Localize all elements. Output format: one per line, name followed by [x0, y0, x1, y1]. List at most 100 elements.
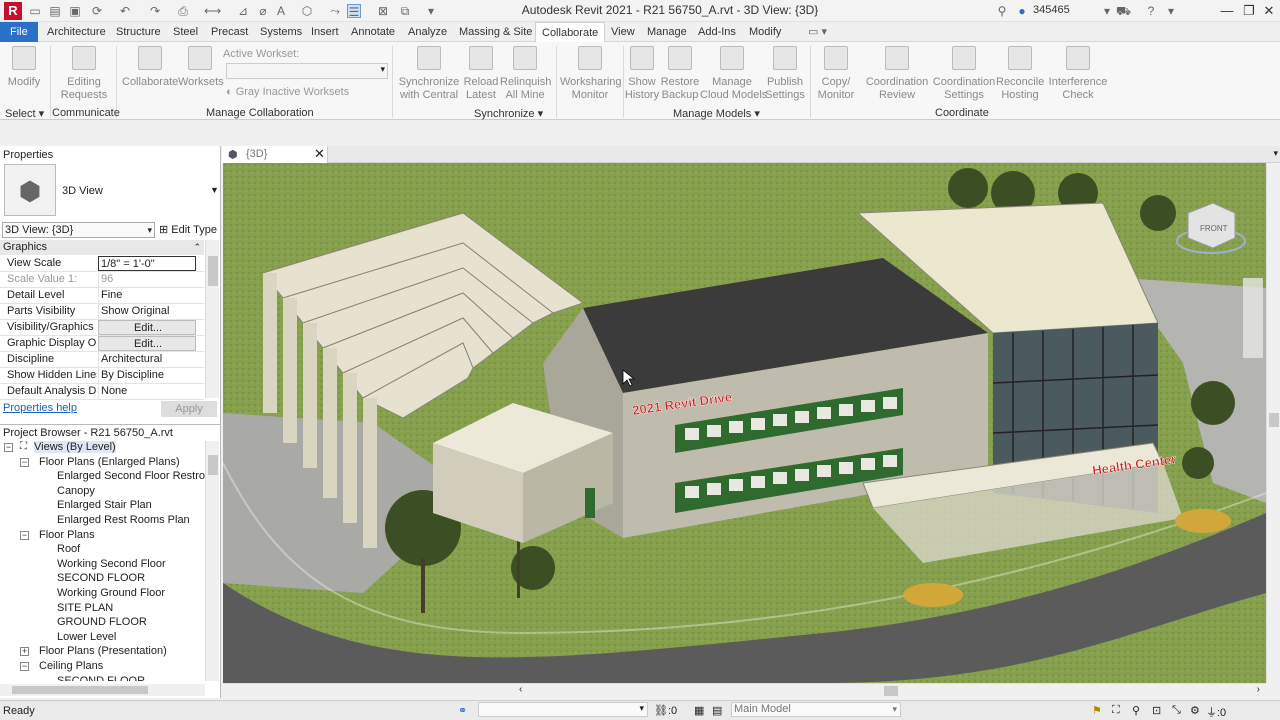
- qat-dropdown-icon[interactable]: ▾: [424, 4, 438, 18]
- redo-icon[interactable]: ↷: [148, 4, 162, 18]
- scroll-right-icon[interactable]: ›: [1257, 684, 1260, 695]
- type-selector[interactable]: 3D View: [62, 185, 103, 197]
- prop-row-parts-visibility[interactable]: Parts Visibility Show Original: [0, 304, 204, 320]
- collapse-icon[interactable]: −: [20, 530, 29, 540]
- browser-vscrollbar[interactable]: [205, 441, 219, 681]
- section-icon[interactable]: ⤳: [328, 4, 342, 18]
- worksharing-monitor-button[interactable]: Worksharing Monitor: [560, 46, 622, 102]
- close-view-tab-icon[interactable]: ✕: [314, 146, 325, 162]
- panel-synchronize-label[interactable]: Synchronize ▾: [474, 107, 543, 120]
- active-workset-status-select[interactable]: ▾: [478, 702, 648, 717]
- tab-add-ins[interactable]: Add-Ins: [692, 22, 742, 42]
- drag-elements-icon[interactable]: ⤡: [1172, 704, 1181, 717]
- undo-icon[interactable]: ↶: [118, 4, 132, 18]
- binoculars-icon[interactable]: ⚲: [995, 4, 1009, 18]
- prop-row-view-scale[interactable]: View Scale 1/8" = 1'-0": [0, 256, 204, 272]
- editable-only-icon[interactable]: ⛓:0: [654, 704, 677, 717]
- scroll-thumb[interactable]: [1269, 413, 1279, 427]
- cart-icon[interactable]: ⛟: [1116, 4, 1131, 18]
- sync-icon[interactable]: ⟳: [90, 4, 104, 18]
- browser-item[interactable]: Roof: [0, 543, 205, 557]
- panel-manage-models-label[interactable]: Manage Models ▾: [673, 107, 760, 120]
- manage-cloud-models-button[interactable]: Manage Cloud Models: [700, 46, 767, 102]
- browser-item[interactable]: − Floor Plans: [0, 529, 205, 543]
- measure-icon[interactable]: ⟷: [204, 4, 221, 18]
- user-dropdown-icon[interactable]: ▾: [1100, 4, 1114, 18]
- exclude-options-icon[interactable]: ▤: [712, 704, 722, 717]
- browser-item[interactable]: − Ceiling Plans: [0, 660, 205, 674]
- user-id[interactable]: 345465: [1033, 4, 1070, 16]
- tab-manage[interactable]: Manage: [641, 22, 693, 42]
- reload-latest-button[interactable]: Reload Latest: [462, 46, 500, 102]
- browser-item[interactable]: Lower Level: [0, 631, 205, 645]
- close-hidden-icon[interactable]: ⊠: [376, 4, 390, 18]
- type-dropdown-icon[interactable]: ▼: [210, 185, 219, 195]
- active-workset-select[interactable]: ▾: [226, 63, 388, 79]
- main-model-select[interactable]: Main Model ▾: [731, 702, 901, 717]
- coordination-review-button[interactable]: Coordination Review: [864, 46, 930, 102]
- synchronize-with-central-button[interactable]: Synchronize with Central: [398, 46, 460, 102]
- collapse-icon[interactable]: −: [20, 662, 29, 671]
- save-icon[interactable]: ▣: [68, 4, 82, 18]
- navigation-bar[interactable]: [1243, 278, 1263, 358]
- panel-select-label[interactable]: Select ▾: [5, 107, 44, 120]
- expand-icon[interactable]: +: [20, 647, 29, 657]
- collaborate-button[interactable]: Collaborate: [122, 46, 178, 89]
- apply-button[interactable]: Apply: [161, 401, 217, 417]
- edit-vg-button[interactable]: Edit...: [98, 320, 196, 335]
- collapse-icon[interactable]: −: [4, 443, 13, 452]
- browser-item[interactable]: SECOND FLOOR: [0, 675, 205, 681]
- thin-lines-icon[interactable]: ☰: [347, 4, 361, 19]
- interference-check-button[interactable]: Interference Check: [1046, 46, 1110, 102]
- edit-type-button[interactable]: ⊞ Edit Type: [159, 223, 217, 236]
- browser-item[interactable]: Enlarged Rest Rooms Plan: [0, 514, 205, 528]
- properties-scrollbar[interactable]: [205, 240, 219, 398]
- browser-item[interactable]: − Views (By Level) ⛶: [0, 441, 205, 455]
- browser-item[interactable]: − Floor Plans (Enlarged Plans): [0, 456, 205, 470]
- browser-item[interactable]: SECOND FLOOR: [0, 572, 205, 586]
- select-underlay-icon[interactable]: ⛶: [1112, 704, 1120, 717]
- worksets-status-icon[interactable]: ⚭: [458, 704, 467, 717]
- graphics-section-header[interactable]: Graphics ⌃: [0, 240, 204, 255]
- browser-item[interactable]: Canopy: [0, 485, 205, 499]
- restore-backup-button[interactable]: Restore Backup: [660, 46, 700, 102]
- dimension-icon[interactable]: ⊿: [236, 4, 250, 18]
- help-dropdown-icon[interactable]: ▾: [1164, 4, 1178, 18]
- prop-row-analysis-display[interactable]: Default Analysis Di...None: [0, 384, 204, 400]
- tab-precast[interactable]: Precast: [205, 22, 254, 42]
- 3d-viewport[interactable]: 2021 Revit Drive Health Center FRONT: [223, 163, 1266, 683]
- tab-massing-site[interactable]: Massing & Site: [453, 22, 538, 42]
- view-tab-3d[interactable]: ⬢ {3D} ✕: [222, 146, 328, 163]
- prop-row-graphic-display[interactable]: Graphic Display O... Edit...: [0, 336, 204, 352]
- browser-item[interactable]: Working Second Floor: [0, 558, 205, 572]
- tab-insert[interactable]: Insert: [305, 22, 345, 42]
- user-icon[interactable]: ●: [1015, 4, 1029, 18]
- collapse-icon[interactable]: −: [20, 457, 29, 467]
- text-icon[interactable]: A: [274, 4, 288, 18]
- switch-windows-icon[interactable]: ⧉: [398, 4, 412, 18]
- design-options-icon[interactable]: ▦: [694, 704, 704, 717]
- help-icon[interactable]: ?: [1144, 4, 1158, 18]
- show-history-button[interactable]: Show History: [624, 46, 660, 102]
- tab-collaborate[interactable]: Collaborate: [535, 22, 606, 43]
- browser-item[interactable]: + Floor Plans (Presentation): [0, 645, 205, 659]
- prop-row-discipline[interactable]: Discipline Architectural: [0, 352, 204, 368]
- tab-view[interactable]: View: [605, 22, 641, 42]
- open-icon[interactable]: ▤: [48, 4, 62, 18]
- filter-icon[interactable]: ⏚:0: [1206, 704, 1226, 720]
- tab-modify[interactable]: Modify: [743, 22, 787, 42]
- scroll-thumb[interactable]: [208, 455, 218, 475]
- edit-graphic-display-button[interactable]: Edit...: [98, 336, 196, 351]
- scroll-thumb[interactable]: [12, 686, 148, 694]
- publish-settings-button[interactable]: Publish Settings: [764, 46, 806, 102]
- worksets-button[interactable]: Worksets: [178, 46, 224, 89]
- tab-analyze[interactable]: Analyze: [402, 22, 453, 42]
- prop-row-detail-level[interactable]: Detail Level Fine: [0, 288, 204, 304]
- tab-systems[interactable]: Systems: [254, 22, 308, 42]
- reconcile-hosting-button[interactable]: Reconcile Hosting: [996, 46, 1044, 102]
- browser-hscrollbar[interactable]: [0, 684, 205, 696]
- close-icon[interactable]: ✕: [1258, 1, 1280, 21]
- editing-requests-button[interactable]: Editing Requests: [58, 46, 110, 102]
- tab-file[interactable]: File: [0, 22, 38, 42]
- scroll-left-icon[interactable]: ‹: [519, 684, 522, 695]
